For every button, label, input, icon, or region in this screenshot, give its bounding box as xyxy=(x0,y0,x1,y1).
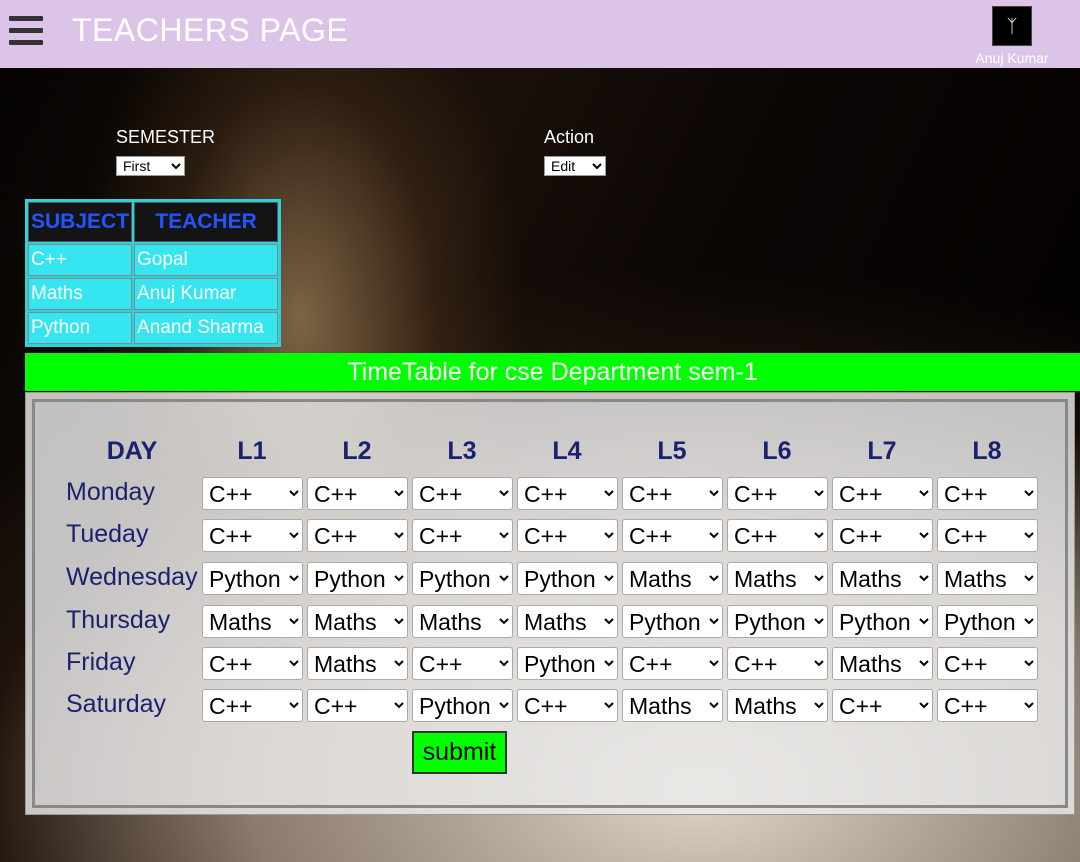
lecture-header: L1 xyxy=(237,437,267,465)
timetable-slot-select[interactable]: C++ xyxy=(727,477,828,510)
timetable-slot-select[interactable]: C++ xyxy=(937,689,1038,722)
timetable-slot-select[interactable]: C++ xyxy=(622,519,723,552)
timetable-slot-select[interactable]: Python xyxy=(307,562,408,595)
timetable-slot-select[interactable]: C++ xyxy=(832,519,933,552)
lecture-header: L2 xyxy=(342,437,372,465)
timetable-slot-select[interactable]: C++ xyxy=(622,477,723,510)
timetable-slot-select[interactable]: Maths xyxy=(517,605,618,638)
timetable-slot-select[interactable]: Python xyxy=(622,605,723,638)
timetable-slot-select[interactable]: Maths xyxy=(622,562,723,595)
timetable-slot-select[interactable]: Maths xyxy=(727,689,828,722)
subject-teacher-table: SUBJECT TEACHER C++ Gopal Maths Anuj Kum… xyxy=(25,199,282,347)
timetable-banner: TimeTable for cse Department sem-1 xyxy=(25,353,1080,391)
timetable-slot-select[interactable]: C++ xyxy=(202,647,303,680)
day-label: Tueday xyxy=(66,520,149,548)
timetable-slot-select[interactable]: C++ xyxy=(412,647,513,680)
timetable-slot-select[interactable]: C++ xyxy=(832,477,933,510)
timetable-slot-select[interactable]: C++ xyxy=(307,519,408,552)
timetable-slot-select[interactable]: C++ xyxy=(937,519,1038,552)
table-header-row: SUBJECT TEACHER xyxy=(28,202,279,242)
timetable-slot-select[interactable]: Maths xyxy=(832,647,933,680)
timetable-slot-select[interactable]: C++ xyxy=(727,519,828,552)
timetable-slot-select[interactable]: C++ xyxy=(307,477,408,510)
timetable-slot-select[interactable]: C++ xyxy=(622,647,723,680)
subject-header: SUBJECT xyxy=(28,202,133,242)
lecture-header: L6 xyxy=(762,437,792,465)
submit-button[interactable]: submit xyxy=(412,731,507,774)
timetable-slot-select[interactable]: C++ xyxy=(937,647,1038,680)
avatar[interactable]: ᛉ xyxy=(992,6,1032,46)
timetable-slot-select[interactable]: C++ xyxy=(517,477,618,510)
timetable-slot-select[interactable]: Maths xyxy=(727,562,828,595)
timetable-slot-select[interactable]: Python xyxy=(412,562,513,595)
day-column-header: DAY xyxy=(106,437,158,465)
table-row: Python Anand Sharma xyxy=(28,312,279,344)
day-label: Monday xyxy=(66,478,155,506)
user-profile[interactable]: ᛉ Anuj Kumar xyxy=(972,6,1052,66)
hamburger-icon[interactable] xyxy=(9,16,43,46)
timetable-slot-select[interactable]: Python xyxy=(517,647,618,680)
action-select[interactable]: Edit xyxy=(544,156,606,176)
timetable-slot-select[interactable]: Python xyxy=(727,605,828,638)
timetable-slot-select[interactable]: Python xyxy=(937,605,1038,638)
teacher-header: TEACHER xyxy=(134,202,279,242)
day-label: Saturday xyxy=(66,690,167,718)
timetable-slot-select[interactable]: C++ xyxy=(412,519,513,552)
lecture-header: L3 xyxy=(447,437,477,465)
table-row: C++ Gopal xyxy=(28,244,279,276)
lecture-header: L7 xyxy=(867,437,897,465)
timetable-slot-select[interactable]: C++ xyxy=(412,477,513,510)
user-name: Anuj Kumar xyxy=(975,50,1049,66)
timetable-slot-select[interactable]: C++ xyxy=(202,689,303,722)
timetable-slot-select[interactable]: C++ xyxy=(937,477,1038,510)
timetable-slot-select[interactable]: C++ xyxy=(517,689,618,722)
lecture-header: L4 xyxy=(552,437,582,465)
timetable-slot-select[interactable]: C++ xyxy=(517,519,618,552)
timetable-slot-select[interactable]: C++ xyxy=(832,689,933,722)
timetable-slot-select[interactable]: Python xyxy=(832,605,933,638)
timetable-slot-select[interactable]: C++ xyxy=(307,689,408,722)
timetable-slot-select[interactable]: Python xyxy=(517,562,618,595)
semester-select[interactable]: First xyxy=(116,156,185,176)
timetable-slot-select[interactable]: Maths xyxy=(412,605,513,638)
subject-cell: Python xyxy=(28,312,133,344)
timetable-slot-select[interactable]: C++ xyxy=(202,519,303,552)
page-title: TEACHERS PAGE xyxy=(72,12,349,48)
lecture-header: L5 xyxy=(657,437,687,465)
day-label: Wednesday xyxy=(66,563,198,591)
table-row: Maths Anuj Kumar xyxy=(28,278,279,310)
lecture-header: L8 xyxy=(972,437,1002,465)
timetable-slot-select[interactable]: Maths xyxy=(307,647,408,680)
day-label: Thursday xyxy=(66,606,171,634)
timetable-slot-select[interactable]: Maths xyxy=(937,562,1038,595)
timetable-slot-select[interactable]: Python xyxy=(202,562,303,595)
subject-cell: C++ xyxy=(28,244,133,276)
timetable-slot-select[interactable]: Maths xyxy=(832,562,933,595)
teacher-cell: Gopal xyxy=(134,244,279,276)
timetable-slot-select[interactable]: Maths xyxy=(202,605,303,638)
timetable-slot-select[interactable]: Maths xyxy=(307,605,408,638)
semester-label: SEMESTER xyxy=(116,127,216,147)
subject-cell: Maths xyxy=(28,278,133,310)
top-bar: TEACHERS PAGE ᛉ Anuj Kumar xyxy=(0,0,1080,68)
timetable-slot-select[interactable]: Python xyxy=(412,689,513,722)
day-label: Friday xyxy=(66,648,136,676)
teacher-cell: Anand Sharma xyxy=(134,312,279,344)
action-label: Action xyxy=(544,127,595,147)
timetable-slot-select[interactable]: C++ xyxy=(727,647,828,680)
timetable-slot-select[interactable]: C++ xyxy=(202,477,303,510)
timetable-slot-select[interactable]: Maths xyxy=(622,689,723,722)
teacher-cell: Anuj Kumar xyxy=(134,278,279,310)
